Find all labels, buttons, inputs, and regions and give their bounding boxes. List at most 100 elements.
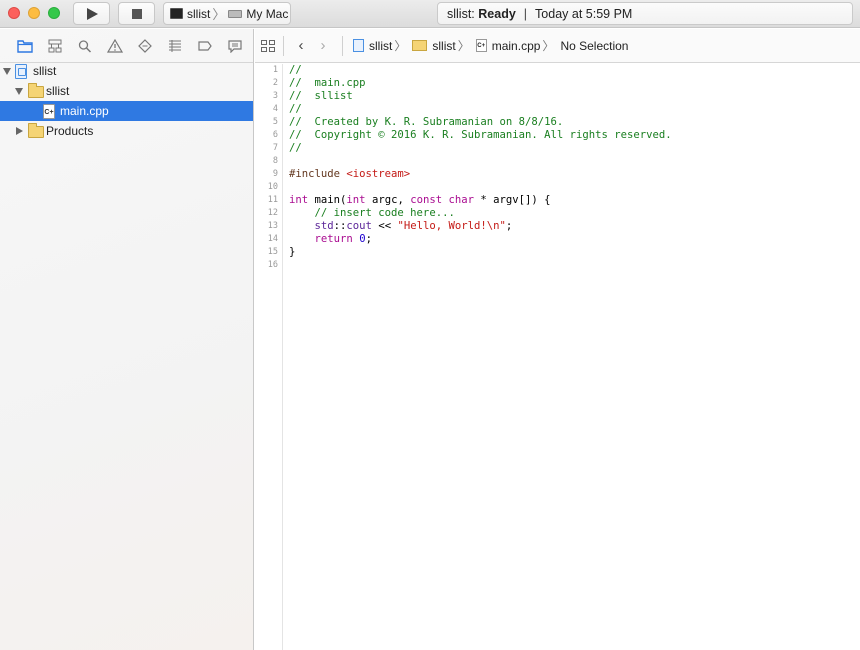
folder-icon [28, 123, 44, 138]
tab-find-navigator[interactable] [70, 34, 100, 58]
run-button[interactable] [73, 2, 110, 25]
tab-report-navigator[interactable] [220, 34, 250, 58]
code-line-include: #include <iostream> [289, 168, 410, 181]
jumpbar-selection-label: No Selection [560, 38, 629, 53]
code-line-cout: std::cout << "Hello, World!\n"; [289, 220, 513, 233]
line-number: 16 [267, 260, 278, 270]
stop-button[interactable] [118, 2, 155, 25]
disclosure-down-icon[interactable] [15, 88, 23, 95]
preprocessor-token: #include [289, 168, 347, 180]
hierarchy-icon [48, 39, 62, 52]
status-state: Ready [478, 6, 516, 21]
navigator-tab-bar [0, 29, 253, 63]
scheme-device-label: My Mac [246, 6, 289, 21]
chevron-right-icon: 〉 [394, 39, 407, 53]
chevron-right-icon: 〉 [457, 39, 470, 53]
tab-breakpoint-navigator[interactable] [190, 34, 220, 58]
code-line-comment: // insert code here... [289, 207, 455, 219]
speech-bubble-icon [228, 39, 242, 53]
code-token: :: [333, 220, 347, 232]
tab-project-navigator[interactable] [10, 34, 40, 58]
tree-item-group-sllist[interactable]: sllist [0, 81, 253, 101]
folder-outline-icon [17, 39, 33, 53]
status-project: sllist: [447, 6, 475, 21]
jump-bar: ‹ › sllist 〉 sllist 〉 C+ main.cpp 〉 No S… [255, 29, 860, 63]
code-line: // [289, 142, 302, 154]
tab-debug-navigator[interactable] [160, 34, 190, 58]
keyword-token: int [289, 194, 309, 206]
code-token: ; [505, 220, 513, 232]
back-arrow-button[interactable]: ‹ [290, 37, 312, 54]
divider [342, 35, 343, 56]
tab-symbol-navigator[interactable] [40, 34, 70, 58]
search-icon [78, 39, 92, 53]
code-token: argc, [365, 194, 411, 206]
line-number-gutter: 1 2 3 4 5 6 7 8 9 10 11 12 13 14 15 16 [255, 64, 283, 650]
tab-test-navigator[interactable] [130, 34, 160, 58]
jumpbar-project[interactable]: sllist [353, 39, 392, 53]
forward-arrow-button[interactable]: › [312, 37, 334, 54]
code-line: } [289, 246, 296, 258]
code-line: // Copyright © 2016 K. R. Subramanian. A… [289, 129, 672, 141]
code-token: ; [365, 233, 372, 245]
status-time: Today at 5:59 PM [535, 6, 633, 21]
mac-device-icon [228, 9, 243, 18]
related-items-grid-icon[interactable] [261, 39, 275, 52]
keyword-token: int [346, 194, 366, 206]
code-line: // sllist [289, 90, 353, 102]
tab-issue-navigator[interactable] [100, 34, 130, 58]
code-line: // Created by K. R. Subramanian on 8/8/1… [289, 116, 564, 128]
debug-lines-icon [169, 39, 181, 52]
code-token: main( [308, 194, 347, 206]
line-number: 11 [267, 195, 278, 205]
scheme-target-label: sllist [187, 6, 211, 21]
jumpbar-group-label: sllist [432, 38, 456, 53]
source-editor[interactable]: 1 2 3 4 5 6 7 8 9 10 11 12 13 14 15 16 /… [255, 64, 860, 650]
project-file-icon [353, 39, 364, 52]
tree-item-label: sllist [33, 64, 57, 78]
tree-item-main-cpp[interactable]: C+ main.cpp [0, 101, 253, 121]
activity-status-view: sllist: Ready | Today at 5:59 PM [437, 2, 853, 25]
play-icon [87, 8, 98, 20]
line-number: 3 [272, 91, 278, 101]
line-number: 1 [272, 65, 278, 75]
cpp-file-icon: C+ [475, 39, 487, 52]
chevron-right-icon: 〉 [542, 39, 555, 53]
include-header-token: <iostream> [346, 168, 411, 180]
line-number: 9 [272, 169, 278, 179]
status-separator: | [523, 6, 528, 21]
terminal-icon [170, 8, 183, 19]
cpp-file-icon: C+ [43, 104, 55, 119]
test-diamond-icon [138, 38, 152, 53]
zoom-window-button[interactable] [48, 7, 60, 19]
line-number: 15 [267, 247, 278, 257]
line-number: 13 [267, 221, 278, 231]
tree-item-project[interactable]: sllist [0, 61, 253, 81]
disclosure-down-icon[interactable] [3, 68, 11, 75]
jumpbar-file[interactable]: C+ main.cpp [475, 38, 541, 53]
identifier-token: cout [346, 220, 372, 232]
folder-icon [28, 83, 44, 98]
line-number: 2 [272, 78, 278, 88]
jumpbar-project-label: sllist [369, 38, 393, 53]
code-line: // [289, 64, 302, 76]
stop-icon [132, 9, 142, 19]
tree-item-label: Products [46, 124, 94, 138]
jumpbar-group[interactable]: sllist [412, 38, 456, 53]
disclosure-right-icon[interactable] [16, 127, 23, 135]
minimize-window-button[interactable] [28, 7, 40, 19]
folder-icon [412, 40, 428, 51]
line-number: 7 [272, 143, 278, 153]
code-token: << [371, 220, 398, 232]
keyword-token: const [410, 194, 443, 206]
project-navigator: sllist sllist C+ main.cpp Products [0, 29, 254, 650]
tree-item-products[interactable]: Products [0, 121, 253, 141]
warning-icon [107, 38, 123, 53]
tree-item-label: main.cpp [60, 104, 109, 118]
scheme-selector[interactable]: sllist 〉 My Mac [163, 2, 291, 25]
divider [283, 35, 284, 56]
close-window-button[interactable] [8, 7, 20, 19]
jumpbar-selection[interactable]: No Selection [560, 39, 628, 53]
jumpbar-file-label: main.cpp [491, 38, 541, 53]
